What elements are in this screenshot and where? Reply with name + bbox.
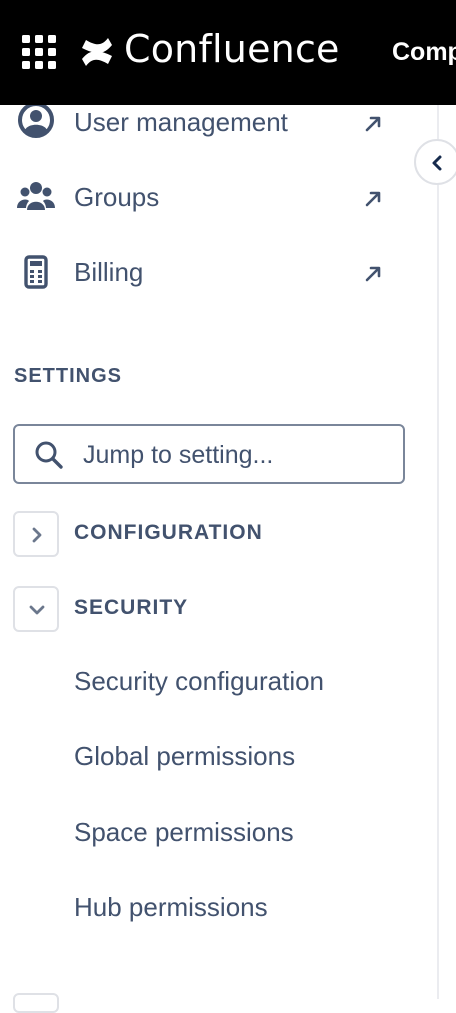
sidebar-item-label: Groups: [74, 182, 160, 212]
group-configuration[interactable]: CONFIGURATION: [0, 511, 420, 561]
settings-section-title: SETTINGS: [14, 365, 123, 387]
user-circle-icon: [16, 105, 56, 140]
confluence-logo-icon[interactable]: [80, 36, 114, 68]
group-security[interactable]: SECURITY: [0, 586, 420, 636]
search-icon: [34, 440, 64, 475]
external-link-icon: [362, 263, 384, 285]
jump-to-setting-search[interactable]: [13, 424, 405, 484]
calculator-icon: [16, 253, 56, 293]
sidebar-item-hub-permissions[interactable]: Hub permissions: [74, 892, 268, 923]
chevron-right-icon: [32, 527, 42, 543]
search-input[interactable]: [81, 436, 395, 474]
top-navigation-bar: Confluence Comp: [0, 0, 456, 105]
sidebar-item-user-management[interactable]: User management: [0, 105, 420, 151]
external-link-icon: [362, 113, 384, 135]
grid-icon[interactable]: [22, 35, 56, 69]
nav-item-partial[interactable]: Comp: [392, 38, 456, 67]
people-group-icon: [16, 177, 56, 217]
next-group-toggle[interactable]: [13, 993, 59, 1013]
sidebar-item-global-permissions[interactable]: Global permissions: [74, 741, 295, 772]
expand-toggle[interactable]: [13, 511, 59, 557]
collapse-toggle[interactable]: [13, 586, 59, 632]
external-link-icon: [362, 188, 384, 210]
sidebar-item-billing[interactable]: Billing: [0, 245, 420, 301]
sidebar-item-space-permissions[interactable]: Space permissions: [74, 817, 294, 848]
group-label: SECURITY: [74, 596, 189, 619]
chevron-down-icon: [29, 605, 45, 615]
group-label: CONFIGURATION: [74, 521, 263, 544]
sidebar-item-groups[interactable]: Groups: [0, 170, 420, 226]
sidebar-item-label: Billing: [74, 257, 144, 287]
app-name[interactable]: Confluence: [124, 27, 340, 71]
sidebar-item-security-configuration[interactable]: Security configuration: [74, 666, 324, 697]
sidebar-item-label: User management: [74, 107, 288, 137]
